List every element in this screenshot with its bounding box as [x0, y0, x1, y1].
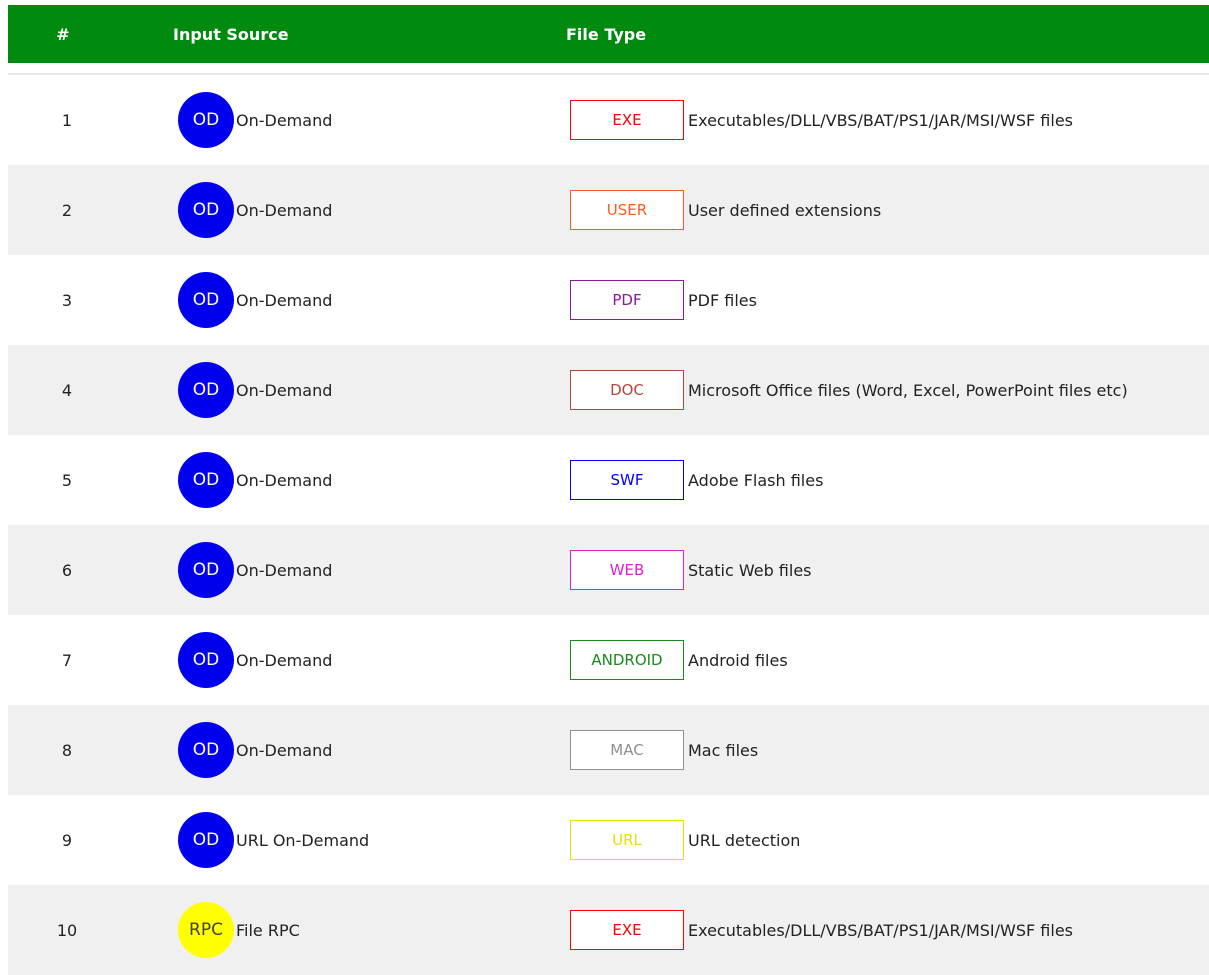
file-type-cell: PDF PDF files [505, 280, 757, 320]
table-header: # Input Source File Type [8, 5, 1209, 63]
file-type-tag: USER [570, 190, 684, 230]
source-label: On-Demand [236, 110, 333, 130]
source-badge: OD [178, 182, 234, 238]
input-source-cell: OD URL On-Demand [118, 812, 505, 868]
input-source-cell: OD On-Demand [118, 92, 505, 148]
table-row: 3 OD On-Demand PDF PDF files [8, 255, 1209, 345]
file-type-description: User defined extensions [688, 200, 882, 220]
source-badge: OD [178, 362, 234, 418]
file-type-table: # Input Source File Type 1 OD On-Demand EXE… [8, 5, 1209, 975]
source-label: On-Demand [236, 200, 333, 220]
file-type-tag: SWF [570, 460, 684, 500]
table-row: 1 OD On-Demand EXE Executables/DLL/VBS/BAT/P… [8, 75, 1209, 165]
row-number: 2 [61, 200, 73, 220]
table-row: 7 OD On-Demand ANDROID Android files [8, 615, 1209, 705]
table-row: 10 RPC File RPC EXE Executables/DLL/VBS/BAT/… [8, 885, 1209, 975]
table-row: 5 OD On-Demand SWF Adobe Flash files [8, 435, 1209, 525]
source-label: On-Demand [236, 560, 333, 580]
column-header-input-source: Input Source [173, 24, 289, 44]
file-type-cell: WEB Static Web files [505, 550, 812, 590]
table-row: 8 OD On-Demand MAC Mac files [8, 705, 1209, 795]
file-type-description: Executables/DLL/VBS/BAT/PS1/JAR/MSI/WSF … [688, 110, 1073, 130]
source-badge: OD [178, 92, 234, 148]
input-source-cell: OD On-Demand [118, 182, 505, 238]
table-row: 4 OD On-Demand DOC Microsoft Office files (W… [8, 345, 1209, 435]
source-badge: OD [178, 272, 234, 328]
source-label: On-Demand [236, 290, 333, 310]
file-type-description: Executables/DLL/VBS/BAT/PS1/JAR/MSI/WSF … [688, 920, 1073, 940]
table-row: 6 OD On-Demand WEB Static Web files [8, 525, 1209, 615]
source-label: URL On-Demand [236, 830, 370, 850]
source-badge: OD [178, 812, 234, 868]
row-number: 7 [61, 650, 73, 670]
file-type-description: URL detection [688, 830, 801, 850]
source-label: On-Demand [236, 740, 333, 760]
table-row: 9 OD URL On-Demand URL URL detection [8, 795, 1209, 885]
source-badge: OD [178, 632, 234, 688]
file-type-cell: DOC Microsoft Office files (Word, Excel, … [505, 370, 1128, 410]
source-badge: OD [178, 722, 234, 778]
file-type-cell: MAC Mac files [505, 730, 758, 770]
column-header-file-type: File Type [566, 24, 647, 44]
file-type-description: Adobe Flash files [688, 470, 824, 490]
file-type-tag: URL [570, 820, 684, 860]
file-type-tag: MAC [570, 730, 684, 770]
source-label: On-Demand [236, 380, 333, 400]
file-type-tag: ANDROID [570, 640, 684, 680]
column-header-number: # [56, 24, 70, 44]
file-type-description: PDF files [688, 290, 757, 310]
table-row: 2 OD On-Demand USER User defined extensions [8, 165, 1209, 255]
row-number: 3 [61, 290, 73, 310]
file-type-tag: EXE [570, 910, 684, 950]
input-source-cell: OD On-Demand [118, 362, 505, 418]
file-type-cell: URL URL detection [505, 820, 800, 860]
file-type-tag: DOC [570, 370, 684, 410]
input-source-cell: OD On-Demand [118, 632, 505, 688]
file-type-tag: PDF [570, 280, 684, 320]
file-type-cell: SWF Adobe Flash files [505, 460, 823, 500]
source-label: File RPC [236, 920, 300, 940]
file-type-description: Android files [688, 650, 788, 670]
source-badge: OD [178, 542, 234, 598]
row-number: 4 [61, 380, 73, 400]
table-body: 1 OD On-Demand EXE Executables/DLL/VBS/BAT/P… [8, 75, 1209, 975]
row-number: 5 [61, 470, 73, 490]
file-type-cell: EXE Executables/DLL/VBS/BAT/PS1/JAR/MSI/W… [505, 910, 1073, 950]
row-number: 10 [56, 920, 78, 940]
source-label: On-Demand [236, 650, 333, 670]
file-type-tag: EXE [570, 100, 684, 140]
row-number: 9 [61, 830, 73, 850]
input-source-cell: RPC File RPC [118, 902, 505, 958]
file-type-cell: ANDROID Android files [505, 640, 788, 680]
file-type-tag: WEB [570, 550, 684, 590]
input-source-cell: OD On-Demand [118, 452, 505, 508]
row-number: 1 [61, 110, 73, 130]
file-type-cell: EXE Executables/DLL/VBS/BAT/PS1/JAR/MSI/W… [505, 100, 1073, 140]
file-type-description: Static Web files [688, 560, 812, 580]
input-source-cell: OD On-Demand [118, 722, 505, 778]
input-source-cell: OD On-Demand [118, 542, 505, 598]
header-divider [8, 63, 1209, 75]
file-type-cell: USER User defined extensions [505, 190, 881, 230]
source-label: On-Demand [236, 470, 333, 490]
source-badge: RPC [178, 902, 234, 958]
source-badge: OD [178, 452, 234, 508]
file-type-description: Mac files [688, 740, 759, 760]
row-number: 6 [61, 560, 73, 580]
input-source-cell: OD On-Demand [118, 272, 505, 328]
file-type-description: Microsoft Office files (Word, Excel, Pow… [688, 380, 1128, 400]
row-number: 8 [61, 740, 73, 760]
